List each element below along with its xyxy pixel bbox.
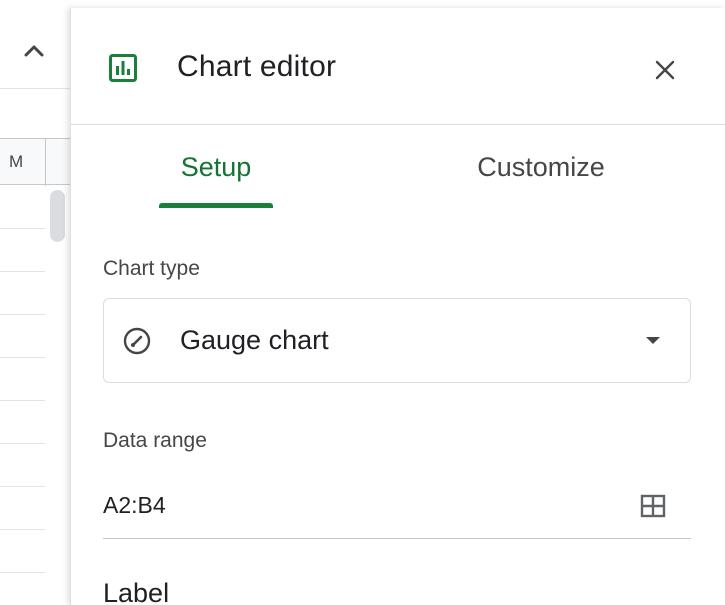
vertical-scrollbar-thumb[interactable] [50,190,65,242]
close-icon [655,60,675,80]
grid-row-line [0,529,45,530]
sheet-strip: M [0,0,70,605]
column-header-label: M [9,152,24,171]
bar-chart-icon [109,54,137,82]
collapse-toolbar-button[interactable] [14,30,54,70]
select-data-range-button[interactable] [637,490,669,522]
chevron-up-icon [24,45,44,57]
arrow-drop-down-icon [646,337,660,344]
close-button[interactable] [645,50,685,90]
column-divider [45,139,46,186]
grid-row-line [0,357,45,358]
grid-row-line [0,400,45,401]
chart-editor-panel: Chart editor Setup Customize Chart type … [70,8,725,605]
panel-title: Chart editor [177,50,337,83]
chart-type-value: Gauge chart [180,325,329,355]
grid-row-line [0,271,45,272]
grid-row-line [0,443,45,444]
gauge-icon [123,327,151,355]
tab-customize[interactable]: Customize [451,125,631,209]
grid-row-line [0,314,45,315]
panel-header: Chart editor [71,8,725,125]
toolbar-divider [0,88,70,89]
data-range-underline [103,538,691,539]
grid-row-line [0,228,45,229]
app-root: M Chart editor Setup Customize Chart typ… [0,0,725,605]
tab-setup[interactable]: Setup [159,125,273,209]
data-range-input[interactable]: A2:B4 [103,492,166,519]
label-section-heading: Label [103,578,170,605]
chart-type-dropdown[interactable]: Gauge chart [103,298,691,383]
grid-row-line [0,486,45,487]
grid-row-line [0,572,45,573]
grid-icon [640,494,666,518]
active-tab-indicator [159,203,273,208]
editor-tabs: Setup Customize [71,125,725,209]
column-header-m[interactable]: M [0,138,70,186]
data-range-label: Data range [103,429,207,452]
chart-type-label: Chart type [103,257,200,280]
